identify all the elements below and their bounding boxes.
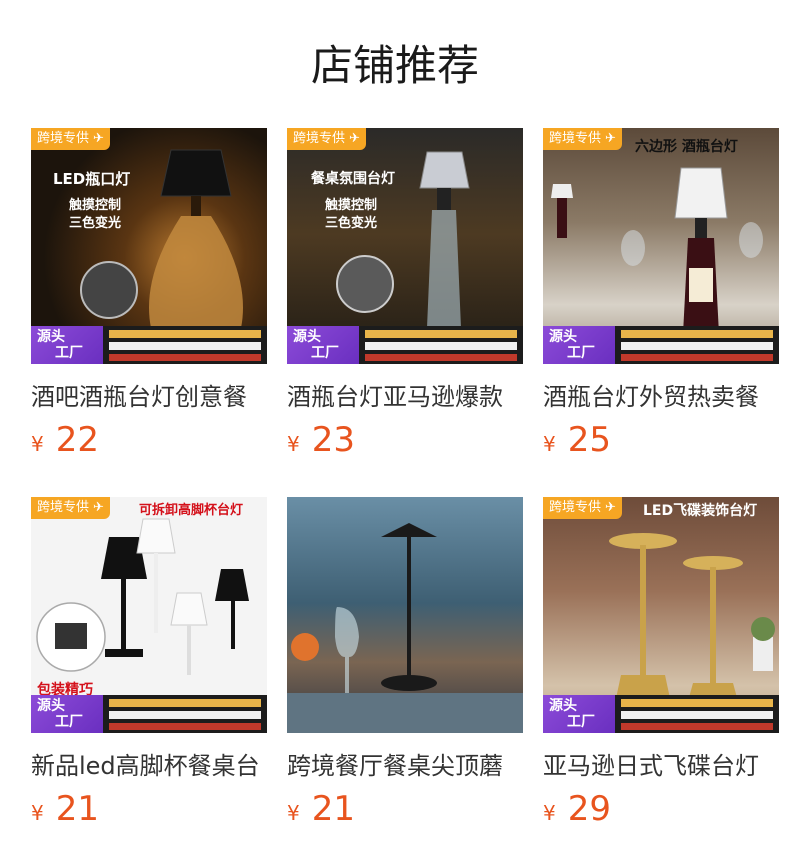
plane-icon: ✈	[605, 500, 616, 515]
product-image[interactable]: 跨境专供 ✈ LED瓶口灯 触摸控制 三色变光 源头 工厂	[31, 128, 267, 364]
plane-icon: ✈	[605, 131, 616, 146]
product-card[interactable]: 跨境专供 ✈ 可拆卸高脚杯台灯 包装精巧 源头 工厂 新品led高脚杯餐桌台 ¥21	[31, 497, 267, 829]
lamp-illustration	[287, 523, 523, 733]
promo-bar: 源头 工厂	[31, 326, 267, 364]
product-price: ¥25	[543, 420, 611, 460]
image-caption: 三色变光	[325, 216, 378, 231]
product-price: ¥21	[287, 789, 355, 829]
image-caption: 餐桌氛围台灯	[311, 171, 395, 187]
product-name[interactable]: 酒瓶台灯外贸热卖餐	[543, 380, 779, 414]
plane-icon: ✈	[93, 131, 104, 146]
product-card[interactable]: 跨境专供 ✈ 餐桌氛围台灯 触摸控制 三色变光 源头 工厂 酒瓶台灯亚马逊爆款 ¥2…	[287, 128, 523, 460]
product-card[interactable]: 跨境专供 ✈ LED瓶口灯 触摸控制 三色变光 源头 工厂 酒吧酒瓶台灯创意餐 ¥2…	[31, 128, 267, 460]
promo-bar: 源头 工厂	[31, 695, 267, 733]
image-caption: 触摸控制	[325, 198, 378, 213]
product-name[interactable]: 跨境餐厅餐桌尖顶蘑	[287, 749, 523, 783]
source-factory-badge: 源头 工厂	[31, 695, 103, 733]
product-image[interactable]: 跨境专供 ✈ 可拆卸高脚杯台灯 包装精巧 源头 工厂	[31, 497, 267, 733]
image-caption: 触摸控制	[69, 198, 122, 213]
product-price: ¥29	[543, 789, 611, 829]
product-price: ¥21	[31, 789, 99, 829]
image-caption: LED瓶口灯	[53, 170, 131, 188]
promo-bar: 源头 工厂	[287, 326, 523, 364]
plane-icon: ✈	[93, 500, 104, 515]
product-image[interactable]: 跨境专供 ✈ 六边形 酒瓶台灯 源头 工厂	[543, 128, 779, 364]
image-caption: LED飞碟装饰台灯	[643, 503, 758, 519]
product-price: ¥22	[31, 420, 99, 460]
product-image[interactable]	[287, 497, 523, 733]
image-caption: 可拆卸高脚杯台灯	[139, 503, 244, 518]
promo-bar: 源头 工厂	[543, 326, 779, 364]
product-price: ¥23	[287, 420, 355, 460]
product-name[interactable]: 新品led高脚杯餐桌台	[31, 749, 267, 783]
source-factory-badge: 源头 工厂	[287, 326, 359, 364]
product-card[interactable]: 跨境专供 ✈ LED飞碟装饰台灯 源头 工厂 亚马逊日式飞碟台灯 ¥29	[543, 497, 779, 829]
product-card[interactable]: 跨境专供 ✈ 六边形 酒瓶台灯 源头 工厂 酒瓶台灯外贸热卖餐 ¥25	[543, 128, 779, 460]
source-factory-badge: 源头 工厂	[543, 326, 615, 364]
cross-border-tag: 跨境专供 ✈	[543, 128, 622, 150]
product-name[interactable]: 亚马逊日式飞碟台灯	[543, 749, 779, 783]
source-factory-badge: 源头 工厂	[543, 695, 615, 733]
product-name[interactable]: 酒吧酒瓶台灯创意餐	[31, 380, 267, 414]
product-card[interactable]: 跨境餐厅餐桌尖顶蘑 ¥21	[287, 497, 523, 829]
product-image[interactable]: 跨境专供 ✈ 餐桌氛围台灯 触摸控制 三色变光 源头 工厂	[287, 128, 523, 364]
cross-border-tag: 跨境专供 ✈	[287, 128, 366, 150]
source-factory-badge: 源头 工厂	[31, 326, 103, 364]
promo-bar: 源头 工厂	[543, 695, 779, 733]
cross-border-tag: 跨境专供 ✈	[543, 497, 622, 519]
section-title: 店铺推荐	[310, 41, 479, 90]
product-image[interactable]: 跨境专供 ✈ LED飞碟装饰台灯 源头 工厂	[543, 497, 779, 733]
plane-icon: ✈	[349, 131, 360, 146]
cross-border-tag: 跨境专供 ✈	[31, 128, 110, 150]
image-caption: 六边形 酒瓶台灯	[635, 139, 738, 155]
cross-border-tag: 跨境专供 ✈	[31, 497, 110, 519]
image-caption: 三色变光	[69, 216, 122, 231]
product-name[interactable]: 酒瓶台灯亚马逊爆款	[287, 380, 523, 414]
